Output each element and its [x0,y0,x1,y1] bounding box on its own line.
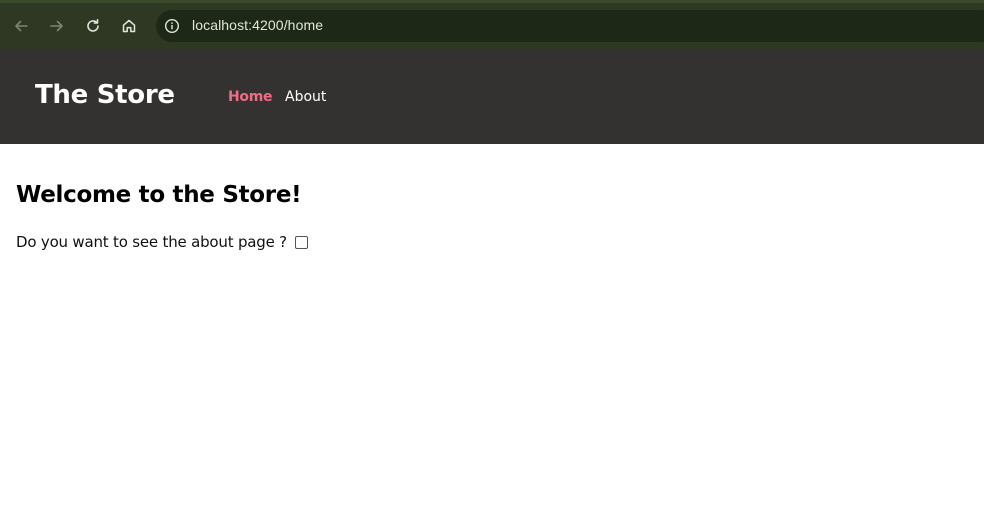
arrow-right-icon [50,20,63,32]
address-bar[interactable]: localhost:4200/home [156,10,984,42]
about-question-label: Do you want to see the about page ? [16,233,287,251]
back-button[interactable] [8,13,34,39]
brand-title[interactable]: The Store [35,80,175,110]
show-about-checkbox[interactable] [294,235,308,249]
home-icon [122,19,136,33]
reload-icon [87,19,99,32]
main-content: Welcome to the Store! Do you want to see… [16,182,308,251]
app-header: The Store Home About [0,49,984,144]
browser-toolbar: localhost:4200/home [0,0,984,49]
home-button[interactable] [116,13,142,39]
page-title: Welcome to the Store! [16,182,302,208]
nav-link-about[interactable]: About [285,89,326,105]
url-text[interactable]: localhost:4200/home [192,17,323,33]
info-icon[interactable] [164,18,180,34]
arrow-left-icon [15,20,28,32]
forward-button[interactable] [44,13,70,39]
reload-button[interactable] [80,13,106,39]
about-question-row: Do you want to see the about page ? [16,233,308,251]
nav-link-home[interactable]: Home [228,89,273,105]
